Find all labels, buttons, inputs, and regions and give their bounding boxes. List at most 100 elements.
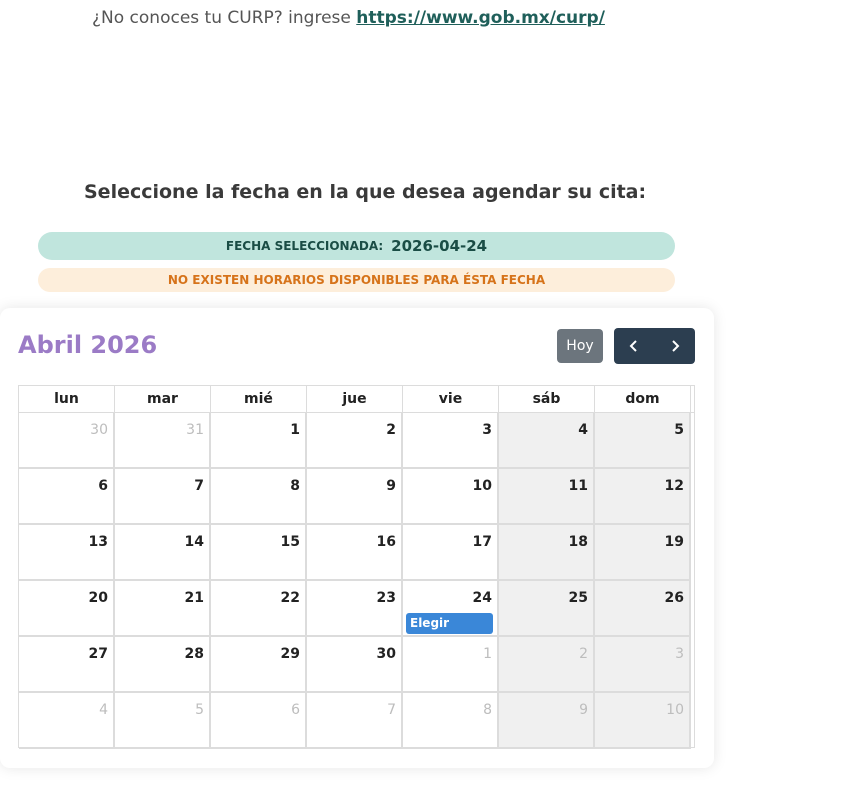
calendar-day-cell[interactable]: 23 bbox=[307, 581, 403, 637]
day-number: 3 bbox=[675, 646, 684, 662]
next-month-button[interactable] bbox=[655, 328, 696, 364]
curp-link[interactable]: https://www.gob.mx/curp/ bbox=[356, 8, 605, 28]
calendar-day-cell[interactable]: 4 bbox=[19, 693, 115, 749]
day-number: 2 bbox=[386, 422, 396, 438]
calendar-day-cell[interactable]: 27 bbox=[19, 637, 115, 693]
calendar-day-cell[interactable]: 20 bbox=[19, 581, 115, 637]
prev-month-button[interactable] bbox=[614, 328, 655, 364]
calendar-day-cell[interactable]: 5 bbox=[115, 693, 211, 749]
day-number: 5 bbox=[674, 422, 684, 438]
day-number: 2 bbox=[579, 646, 588, 662]
day-number: 30 bbox=[376, 646, 396, 662]
day-number: 5 bbox=[195, 702, 204, 718]
curp-help-prefix: ¿No conoces tu CURP? ingrese bbox=[92, 8, 357, 28]
calendar-day-cell[interactable]: 30 bbox=[307, 637, 403, 693]
chevron-right-icon bbox=[672, 340, 680, 352]
calendar-day-cell[interactable]: 19 bbox=[595, 525, 691, 581]
weekday-header: mié bbox=[211, 386, 307, 412]
choose-date-event[interactable]: Elegir bbox=[406, 613, 493, 634]
calendar-day-cell[interactable]: 3 bbox=[403, 413, 499, 469]
calendar-day-cell[interactable]: 29 bbox=[211, 637, 307, 693]
calendar-day-cell[interactable]: 3 bbox=[595, 637, 691, 693]
calendar-day-cell[interactable]: 11 bbox=[499, 469, 595, 525]
day-number: 4 bbox=[99, 702, 108, 718]
calendar-day-cell[interactable]: 4 bbox=[499, 413, 595, 469]
day-number: 30 bbox=[90, 422, 108, 438]
calendar-day-cell[interactable]: 5 bbox=[595, 413, 691, 469]
day-number: 22 bbox=[280, 590, 300, 606]
calendar-day-cell[interactable]: 2 bbox=[307, 413, 403, 469]
calendar-day-cell[interactable]: 31 bbox=[115, 413, 211, 469]
calendar-day-cell[interactable]: 13 bbox=[19, 525, 115, 581]
selected-date-label: FECHA SELECCIONADA: bbox=[225, 239, 384, 253]
calendar-day-cell[interactable]: 8 bbox=[403, 693, 499, 749]
day-number: 24 bbox=[472, 590, 492, 606]
selected-date-bar: FECHA SELECCIONADA: 2026-04-24 bbox=[38, 232, 675, 260]
day-number: 29 bbox=[280, 646, 300, 662]
chevron-left-icon bbox=[629, 340, 637, 352]
day-number: 3 bbox=[482, 422, 492, 438]
day-number: 1 bbox=[483, 646, 492, 662]
day-number: 26 bbox=[664, 590, 684, 606]
day-number: 23 bbox=[376, 590, 396, 606]
calendar-day-cell[interactable]: 16 bbox=[307, 525, 403, 581]
calendar-day-cell[interactable]: 24 Elegir bbox=[403, 581, 499, 637]
calendar-day-cell[interactable]: 7 bbox=[307, 693, 403, 749]
calendar-grid: lun mar mié jue vie sáb dom 30 31 1 2 3 4 5 6 7 8… bbox=[18, 385, 695, 749]
calendar-day-cell[interactable]: 2 bbox=[499, 637, 595, 693]
day-number: 17 bbox=[472, 534, 492, 550]
weekday-header: jue bbox=[307, 386, 403, 412]
day-number: 9 bbox=[579, 702, 588, 718]
day-number: 6 bbox=[291, 702, 300, 718]
weekday-header: mar bbox=[115, 386, 211, 412]
weekday-header: dom bbox=[595, 386, 691, 412]
day-number: 14 bbox=[184, 534, 204, 550]
calendar-day-cell[interactable]: 6 bbox=[211, 693, 307, 749]
calendar-day-cell[interactable]: 26 bbox=[595, 581, 691, 637]
selected-date-value: 2026-04-24 bbox=[391, 237, 488, 255]
day-number: 19 bbox=[664, 534, 684, 550]
calendar-day-cell[interactable]: 10 bbox=[403, 469, 499, 525]
calendar-day-cell[interactable]: 8 bbox=[211, 469, 307, 525]
calendar-day-cell[interactable]: 7 bbox=[115, 469, 211, 525]
month-nav-group bbox=[614, 328, 695, 364]
day-number: 11 bbox=[568, 478, 588, 494]
calendar-day-cell[interactable]: 12 bbox=[595, 469, 691, 525]
weekday-header: vie bbox=[403, 386, 499, 412]
day-number: 16 bbox=[376, 534, 396, 550]
day-number: 8 bbox=[290, 478, 300, 494]
calendar-day-cell[interactable]: 22 bbox=[211, 581, 307, 637]
day-number: 21 bbox=[184, 590, 204, 606]
day-number: 1 bbox=[290, 422, 300, 438]
day-number: 10 bbox=[666, 702, 684, 718]
calendar-day-cell[interactable]: 15 bbox=[211, 525, 307, 581]
day-number: 9 bbox=[386, 478, 396, 494]
calendar-day-cell[interactable]: 30 bbox=[19, 413, 115, 469]
calendar-day-cell[interactable]: 17 bbox=[403, 525, 499, 581]
day-number: 7 bbox=[194, 478, 204, 494]
calendar-day-cell[interactable]: 1 bbox=[211, 413, 307, 469]
weekday-header: lun bbox=[19, 386, 115, 412]
section-title: Seleccione la fecha en la que desea agen… bbox=[84, 181, 647, 203]
today-button[interactable]: Hoy bbox=[557, 329, 603, 363]
calendar-day-cell[interactable]: 25 bbox=[499, 581, 595, 637]
day-number: 31 bbox=[186, 422, 204, 438]
calendar-day-cell[interactable]: 14 bbox=[115, 525, 211, 581]
day-number: 8 bbox=[483, 702, 492, 718]
calendar-day-cell[interactable]: 10 bbox=[595, 693, 691, 749]
calendar-day-cell[interactable]: 6 bbox=[19, 469, 115, 525]
calendar-day-cell[interactable]: 28 bbox=[115, 637, 211, 693]
day-number: 7 bbox=[387, 702, 396, 718]
weekday-header: sáb bbox=[499, 386, 595, 412]
day-number: 27 bbox=[88, 646, 108, 662]
calendar-body: 30 31 1 2 3 4 5 6 7 8 9 10 11 12 13 14 15 16 17 18 19 20 21 22 2… bbox=[19, 413, 694, 749]
calendar-day-cell[interactable]: 9 bbox=[499, 693, 595, 749]
calendar-day-cell[interactable]: 21 bbox=[115, 581, 211, 637]
day-number: 15 bbox=[280, 534, 300, 550]
day-number: 28 bbox=[184, 646, 204, 662]
day-number: 4 bbox=[578, 422, 588, 438]
day-number: 18 bbox=[568, 534, 588, 550]
calendar-day-cell[interactable]: 9 bbox=[307, 469, 403, 525]
calendar-day-cell[interactable]: 1 bbox=[403, 637, 499, 693]
calendar-day-cell[interactable]: 18 bbox=[499, 525, 595, 581]
